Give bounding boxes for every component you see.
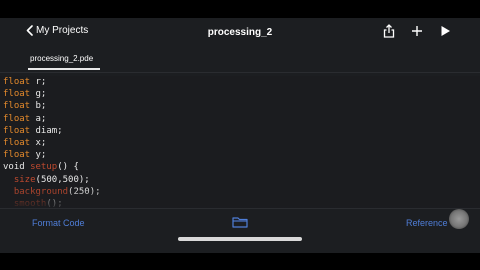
code-line: float x; [0,137,480,149]
files-button[interactable] [232,215,248,233]
run-button[interactable] [438,24,452,38]
code-function: size [13,174,36,185]
bottom-toolbar: Format Code Reference [0,208,480,253]
code-keyword: float [3,113,31,124]
code-text: (500,500); [35,174,90,185]
code-editor[interactable]: float r; float g; float b; float a; float di… [0,76,480,209]
code-line: float a; [0,113,480,125]
code-text: void [3,162,31,173]
play-icon [441,26,450,36]
home-indicator[interactable] [178,237,302,241]
plus-icon [412,26,422,36]
code-text: b; [30,101,47,112]
navigation-bar: My Projects processing_2 [0,18,480,48]
code-text: y; [30,150,47,161]
file-tab-bar: processing_2.pde [0,52,480,72]
code-line: float b; [0,100,480,112]
add-button[interactable] [410,24,424,38]
code-keyword: float [3,125,31,136]
share-icon [383,24,395,38]
code-text: a; [30,113,47,124]
active-tab-indicator [28,68,100,70]
folder-icon [232,217,248,228]
code-function: setup [30,162,58,173]
code-keyword: float [3,137,31,148]
touch-indicator [449,209,469,229]
tab-processing-2-pde[interactable]: processing_2.pde [30,54,93,63]
code-text: diam; [30,125,63,136]
code-line: size(500,500); [0,174,480,186]
code-text: g; [30,89,47,100]
nav-actions [382,24,452,38]
code-text: r; [30,77,47,87]
code-keyword: float [3,77,31,87]
editor-screen: My Projects processing_2 processing_2.pd… [0,18,480,253]
divider [0,72,480,73]
code-keyword: float [3,89,31,100]
code-fade-overlay [0,188,480,208]
share-button[interactable] [382,24,396,38]
code-text: () { [57,162,79,173]
code-keyword: float [3,101,31,112]
reference-button[interactable]: Reference [406,218,448,228]
code-line: float y; [0,149,480,161]
code-line: float r; [0,76,480,88]
code-keyword: float [3,150,31,161]
code-line: float g; [0,88,480,100]
code-text: x; [30,137,47,148]
code-line: float diam; [0,125,480,137]
format-code-button[interactable]: Format Code [32,218,85,228]
code-line: void setup() { [0,161,480,173]
